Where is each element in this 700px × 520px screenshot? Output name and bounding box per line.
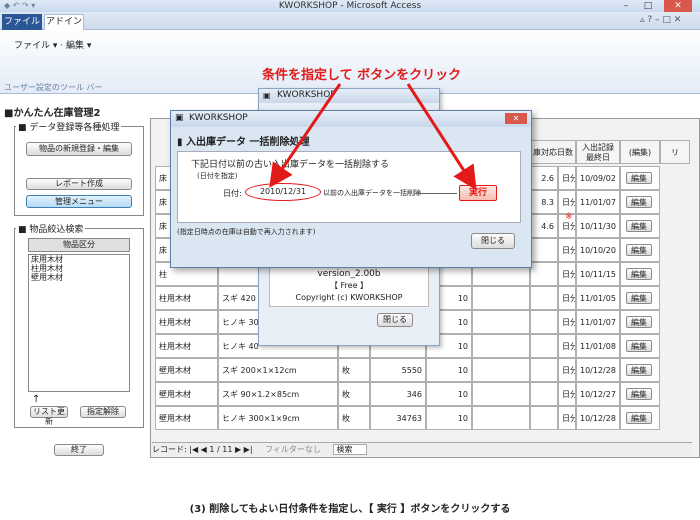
caption: (3) 削除してもよい日付条件を指定し、【 実行 】ボタンをクリックする (189, 504, 511, 515)
arrow-to-execute (406, 83, 477, 191)
annotation-arrows (269, 83, 477, 191)
arrow-to-date (269, 83, 342, 188)
